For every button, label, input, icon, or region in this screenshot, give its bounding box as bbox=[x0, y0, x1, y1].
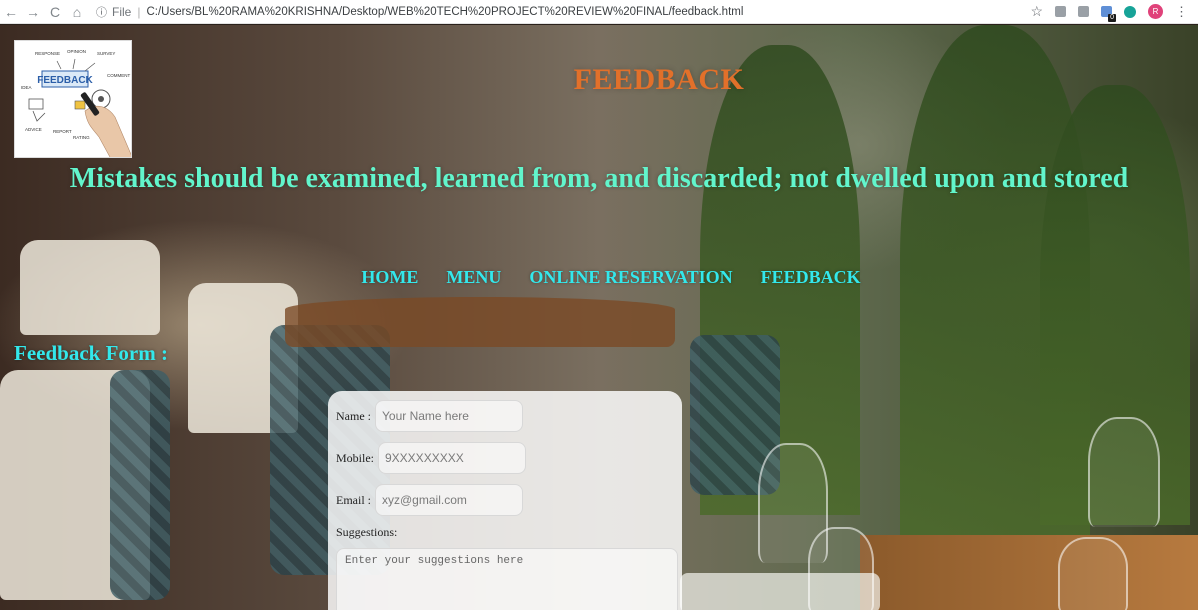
back-arrow-icon[interactable]: ← bbox=[0, 4, 22, 20]
forward-arrow-icon[interactable]: → bbox=[22, 4, 44, 20]
background-wine-glass bbox=[808, 527, 874, 610]
extension-icon[interactable] bbox=[1124, 5, 1136, 18]
background-chair bbox=[188, 283, 298, 433]
background-wine-glass bbox=[1058, 537, 1128, 610]
name-row: Name : bbox=[336, 399, 674, 433]
svg-text:ADVICE: ADVICE bbox=[25, 127, 42, 132]
name-input[interactable] bbox=[375, 400, 523, 432]
form-heading: Feedback Form : bbox=[14, 341, 168, 365]
extension-icon[interactable] bbox=[1055, 6, 1066, 17]
mobile-row: Mobile: bbox=[336, 441, 674, 475]
name-label: Name : bbox=[336, 408, 371, 423]
suggestions-textarea[interactable] bbox=[336, 548, 678, 610]
nav-link-menu[interactable]: MENU bbox=[446, 267, 501, 288]
background-chair bbox=[0, 370, 150, 600]
toolbar-icons: ☆ 0 R ⋮ bbox=[1030, 3, 1188, 22]
main-nav: HOME MENU ONLINE RESERVATION FEEDBACK bbox=[0, 267, 1198, 288]
svg-text:RATING: RATING bbox=[73, 135, 90, 140]
url-text[interactable]: C:/Users/BL%20RAMA%20KRISHNA/Desktop/WEB… bbox=[146, 6, 743, 18]
bookmark-star-icon[interactable]: ☆ bbox=[1030, 3, 1043, 20]
mobile-input[interactable] bbox=[378, 442, 526, 474]
background-plate bbox=[680, 573, 880, 610]
svg-text:REPORT: REPORT bbox=[53, 129, 72, 134]
email-row: Email : bbox=[336, 483, 674, 517]
background-chair bbox=[690, 335, 780, 495]
extension-badge: 0 bbox=[1108, 14, 1116, 22]
profile-avatar[interactable]: R bbox=[1148, 4, 1163, 19]
menu-icon[interactable]: ⋮ bbox=[1175, 4, 1188, 20]
browser-toolbar: ← → C ⌂ ⓘ File | C:/Users/BL%20RAMA%20KR… bbox=[0, 0, 1198, 24]
background-chair bbox=[110, 370, 170, 600]
mobile-label: Mobile: bbox=[336, 450, 374, 465]
info-icon[interactable]: ⓘ bbox=[96, 4, 107, 20]
nav-link-feedback[interactable]: FEEDBACK bbox=[761, 267, 861, 288]
svg-text:RESPONSE: RESPONSE bbox=[35, 51, 60, 56]
extension-icon[interactable] bbox=[1078, 6, 1089, 17]
nav-link-home[interactable]: HOME bbox=[361, 267, 418, 288]
page-background: FEEDBACK RESPONSE OPINION SURVEY IDEA CO… bbox=[0, 25, 1198, 610]
background-table bbox=[860, 535, 1198, 610]
extension-icon[interactable]: 0 bbox=[1101, 6, 1116, 22]
address-bar[interactable]: ⓘ File | C:/Users/BL%20RAMA%20KRISHNA/De… bbox=[96, 4, 1030, 20]
background-plant bbox=[1040, 85, 1190, 525]
home-icon[interactable]: ⌂ bbox=[66, 4, 88, 20]
svg-text:SURVEY: SURVEY bbox=[97, 51, 115, 56]
svg-text:OPINION: OPINION bbox=[67, 49, 86, 54]
email-label: Email : bbox=[336, 492, 371, 507]
feedback-logo: FEEDBACK RESPONSE OPINION SURVEY IDEA CO… bbox=[14, 40, 132, 158]
feedback-form: Name : Mobile: Email : Suggestions: bbox=[328, 391, 682, 610]
reload-icon[interactable]: C bbox=[44, 4, 66, 20]
background-table bbox=[285, 297, 675, 347]
url-separator: | bbox=[137, 4, 141, 19]
nav-link-online-reservation[interactable]: ONLINE RESERVATION bbox=[529, 267, 732, 288]
url-scheme: File bbox=[112, 4, 132, 19]
quote-text: Mistakes should be examined, learned fro… bbox=[69, 163, 1129, 194]
page-title: FEEDBACK bbox=[573, 63, 745, 96]
background-wine-glass bbox=[758, 443, 828, 563]
feedback-logo-image: FEEDBACK RESPONSE OPINION SURVEY IDEA CO… bbox=[15, 41, 131, 157]
background-wine-glass bbox=[1088, 417, 1160, 527]
email-input[interactable] bbox=[375, 484, 523, 516]
suggestions-label: Suggestions: bbox=[336, 525, 398, 539]
